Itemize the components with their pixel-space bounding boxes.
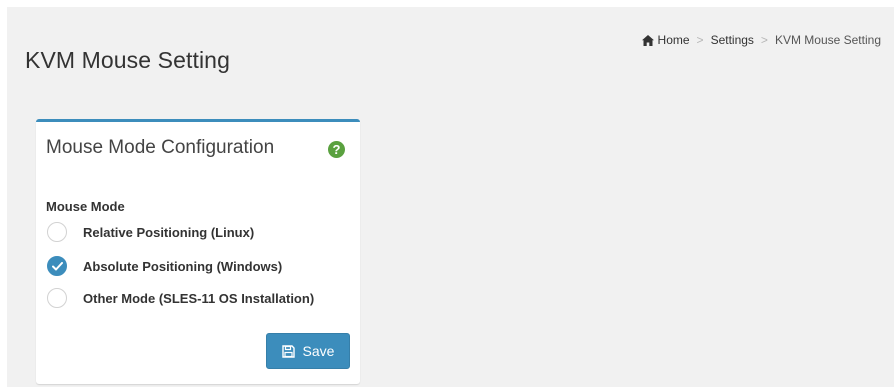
panel-title: Mouse Mode Configuration — [46, 137, 275, 158]
home-icon — [641, 34, 654, 46]
radio-relative-positioning[interactable]: Relative Positioning (Linux) — [47, 222, 254, 242]
mouse-mode-label: Mouse Mode — [46, 199, 125, 214]
save-button[interactable]: Save — [266, 333, 350, 369]
page-title: KVM Mouse Setting — [25, 47, 230, 73]
breadcrumb: Home > Settings > KVM Mouse Setting — [641, 33, 881, 47]
breadcrumb-separator: > — [760, 33, 768, 47]
content-area: KVM Mouse Setting Home > Settings > KVM … — [7, 7, 894, 387]
check-icon — [51, 261, 63, 270]
radio-button[interactable] — [47, 288, 67, 308]
breadcrumb-separator: > — [696, 33, 704, 47]
radio-other-mode[interactable]: Other Mode (SLES-11 OS Installation) — [47, 288, 314, 308]
radio-label: Relative Positioning (Linux) — [83, 224, 255, 240]
mouse-mode-panel: Mouse Mode Configuration ? Mouse Mode Re… — [36, 119, 360, 384]
breadcrumb-settings-link[interactable]: Settings — [711, 33, 754, 47]
help-icon[interactable]: ? — [328, 141, 345, 158]
breadcrumb-home-link[interactable]: Home — [658, 33, 690, 47]
save-label: Save — [302, 343, 335, 359]
radio-button[interactable] — [47, 222, 67, 242]
radio-button-checked[interactable] — [47, 256, 67, 276]
floppy-disk-icon — [281, 344, 295, 358]
radio-label: Other Mode (SLES-11 OS Installation) — [83, 290, 315, 306]
radio-label: Absolute Positioning (Windows) — [83, 258, 283, 274]
radio-absolute-positioning[interactable]: Absolute Positioning (Windows) — [47, 256, 282, 276]
breadcrumb-current: KVM Mouse Setting — [774, 33, 881, 47]
